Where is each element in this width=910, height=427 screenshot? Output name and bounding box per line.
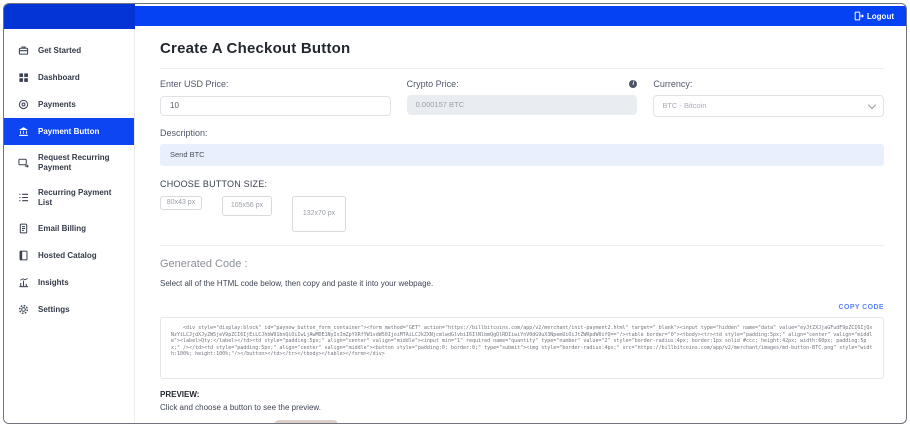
sidebar-item-dashboard[interactable]: Dashboard — [4, 64, 134, 91]
info-icon[interactable]: i — [629, 80, 638, 88]
book-icon — [19, 250, 28, 261]
bank-icon — [18, 127, 29, 136]
gear-icon — [18, 305, 29, 315]
sidebar-item-request-recurring-payment[interactable]: Request Recurring Payment — [4, 145, 134, 180]
divider — [160, 245, 884, 246]
page-title: Create A Checkout Button — [160, 40, 351, 57]
sidebar-item-label: Insights — [38, 278, 69, 288]
sidebar-item-hosted-catalog[interactable]: Hosted Catalog — [4, 242, 134, 269]
description-label: Description: — [160, 128, 208, 138]
usd-price-label: Enter USD Price: — [160, 79, 229, 89]
copy-code-link[interactable]: COPY CODE — [839, 304, 884, 311]
crypto-price-field-group: Crypto Price: i 0.000157 BTC — [406, 79, 638, 117]
currency-field-group: Currency: BTC - Bitcoin — [653, 79, 884, 117]
sidebar-item-label: Dashboard — [38, 72, 80, 82]
generated-code-title: Generated Code : — [160, 258, 248, 270]
crypto-price-value: 0.000157 BTC — [406, 95, 638, 115]
sidebar-item-label: Get Started — [38, 45, 82, 55]
currency-label: Currency: — [653, 79, 693, 89]
chevron-down-icon — [867, 100, 877, 109]
usd-price-field-group: Enter USD Price: — [160, 79, 391, 117]
sidebar-item-insights[interactable]: Insights — [4, 269, 134, 296]
description-value[interactable]: Send BTC — [160, 144, 884, 166]
divider — [160, 68, 884, 69]
file-icon — [19, 223, 28, 234]
brand-bar — [4, 4, 135, 29]
sidebar-item-label: Settings — [38, 305, 70, 315]
sidebar: Get Started Dashboard Payments Payment B… — [4, 29, 135, 423]
app-window: Logout Get Started Dashboard Payments Pa… — [3, 3, 907, 424]
preview-instructions: Click and choose a button to see the pre… — [160, 403, 321, 412]
sidebar-item-label: Request Recurring Payment — [38, 153, 110, 172]
sidebar-item-label: Payments — [38, 99, 76, 109]
card-arrow-icon — [18, 158, 29, 168]
button-size-label: CHOOSE BUTTON SIZE: — [160, 179, 268, 189]
sidebar-item-recurring-payment-list[interactable]: Recurring Payment List — [4, 180, 134, 215]
currency-select[interactable]: BTC - Bitcoin — [653, 95, 884, 117]
sidebar-item-label: Payment Button — [38, 126, 100, 136]
sidebar-item-email-billing[interactable]: Email Billing — [4, 215, 134, 242]
usd-price-input[interactable] — [160, 95, 391, 116]
button-size-options: 80x43 px 105x56 px 132x70 px — [160, 196, 884, 232]
logout-label: Logout — [866, 11, 894, 21]
size-option-large[interactable]: 132x70 px — [292, 196, 346, 232]
logout-icon — [854, 11, 864, 21]
top-navbar: Logout — [4, 6, 906, 26]
buy-now-button[interactable]: ₿ BUY NOW — [277, 423, 335, 424]
generated-code-box[interactable]: <div style="display:block" id="paynow_bu… — [160, 317, 884, 379]
generated-code-text: <div style="display:block" id="paynow_bu… — [171, 325, 873, 357]
sidebar-item-label: Email Billing — [38, 224, 87, 234]
logout-button[interactable]: Logout — [854, 11, 894, 21]
main-content: Create A Checkout Button Enter USD Price… — [136, 26, 906, 423]
preview-title: PREVIEW: — [160, 390, 200, 399]
chart-icon — [19, 278, 29, 288]
coin-icon — [18, 99, 29, 110]
sidebar-item-settings[interactable]: Settings — [4, 296, 134, 323]
grid-icon — [19, 73, 28, 82]
crypto-price-label: Crypto Price: — [406, 79, 459, 89]
list-icon — [19, 194, 29, 202]
generated-code-instructions: Select all of the HTML code below, then … — [160, 279, 434, 288]
preview-widget: Qty: ₿ BUY NOW — [160, 423, 884, 424]
briefcase-icon — [18, 46, 29, 55]
sidebar-item-payment-button[interactable]: Payment Button — [4, 118, 134, 145]
sidebar-item-label: Recurring Payment List — [38, 188, 112, 207]
currency-selected-value: BTC - Bitcoin — [662, 101, 707, 110]
size-option-medium[interactable]: 105x56 px — [222, 196, 272, 216]
sidebar-item-get-started[interactable]: Get Started — [4, 37, 134, 64]
price-form-row: Enter USD Price: Crypto Price: i 0.00015… — [160, 79, 884, 117]
size-option-small[interactable]: 80x43 px — [160, 196, 202, 210]
sidebar-item-payments[interactable]: Payments — [4, 91, 134, 118]
sidebar-item-label: Hosted Catalog — [38, 251, 97, 261]
